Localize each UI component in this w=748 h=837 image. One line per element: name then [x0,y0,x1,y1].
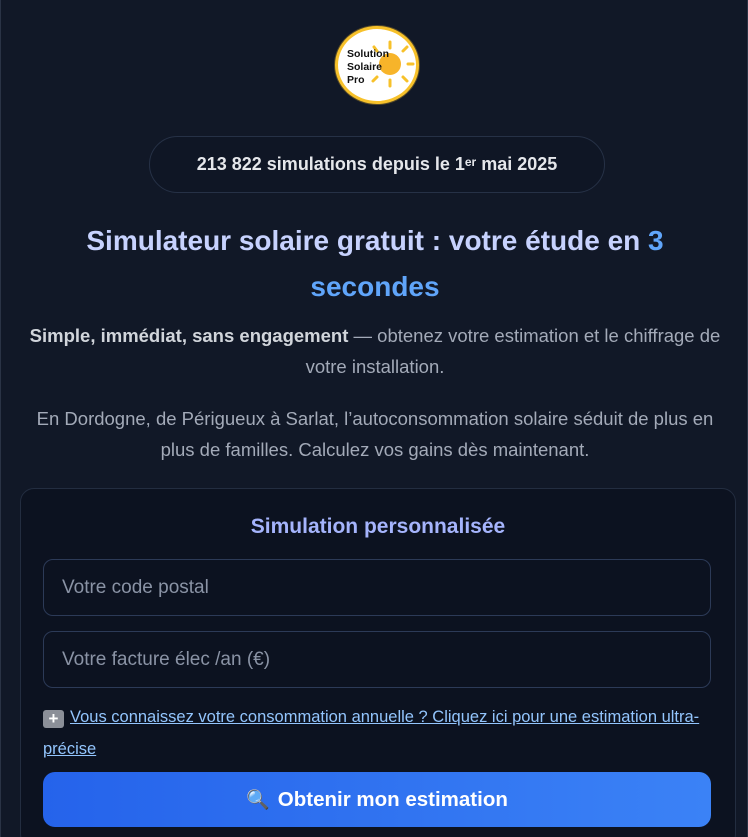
region-paragraph: En Dordogne, de Périgueux à Sarlat, l’au… [36,408,714,460]
get-estimate-button[interactable]: 🔍 Obtenir mon estimation [43,772,711,827]
logo: Solution Solaire Pro [335,26,419,104]
logo-text: Solution Solaire Pro [347,48,389,87]
page: Solution Solaire Pro 213 822 simulations… [0,0,748,837]
form-title: Simulation personnalisée [250,515,506,538]
simulation-count: 213 822 [196,154,262,174]
title-main: Simulateur solaire gratuit : votre étude… [86,225,649,256]
simulation-counter-badge: 213 822 simulations depuis le 1 er mai 20… [149,136,605,193]
consumption-link[interactable]: + Vous connaissez votre consommation annu… [43,701,715,765]
logo-line-3: Pro [347,74,365,86]
lead-bold: Simple, immédiat, sans engagement [29,325,349,346]
counter-date: mai 2025 [476,154,558,174]
search-icon: 🔍 [246,789,270,811]
logo-line-1: Solution [347,48,389,60]
lead-text: Simple, immédiat, sans engagement — obte… [21,320,729,382]
get-estimate-label: Obtenir mon estimation [277,787,508,811]
simulation-form-card: Simulation personnalisée +Vous connaisse… [20,488,736,837]
lead-rest: — obtenez votre estimation et le chiffra… [305,325,721,377]
logo-line-2: Solaire [347,61,383,73]
consumption-link-text: Vous connaissez votre consommation annue… [43,708,700,758]
electricity-bill-input[interactable] [43,631,711,688]
counter-text: simulations depuis le 1 [266,154,465,174]
counter-sup: er [464,154,477,169]
page-title: Simulateur solaire gratuit : votre étude… [41,218,709,310]
plus-icon: + [43,710,64,728]
postal-code-input[interactable] [43,559,711,616]
